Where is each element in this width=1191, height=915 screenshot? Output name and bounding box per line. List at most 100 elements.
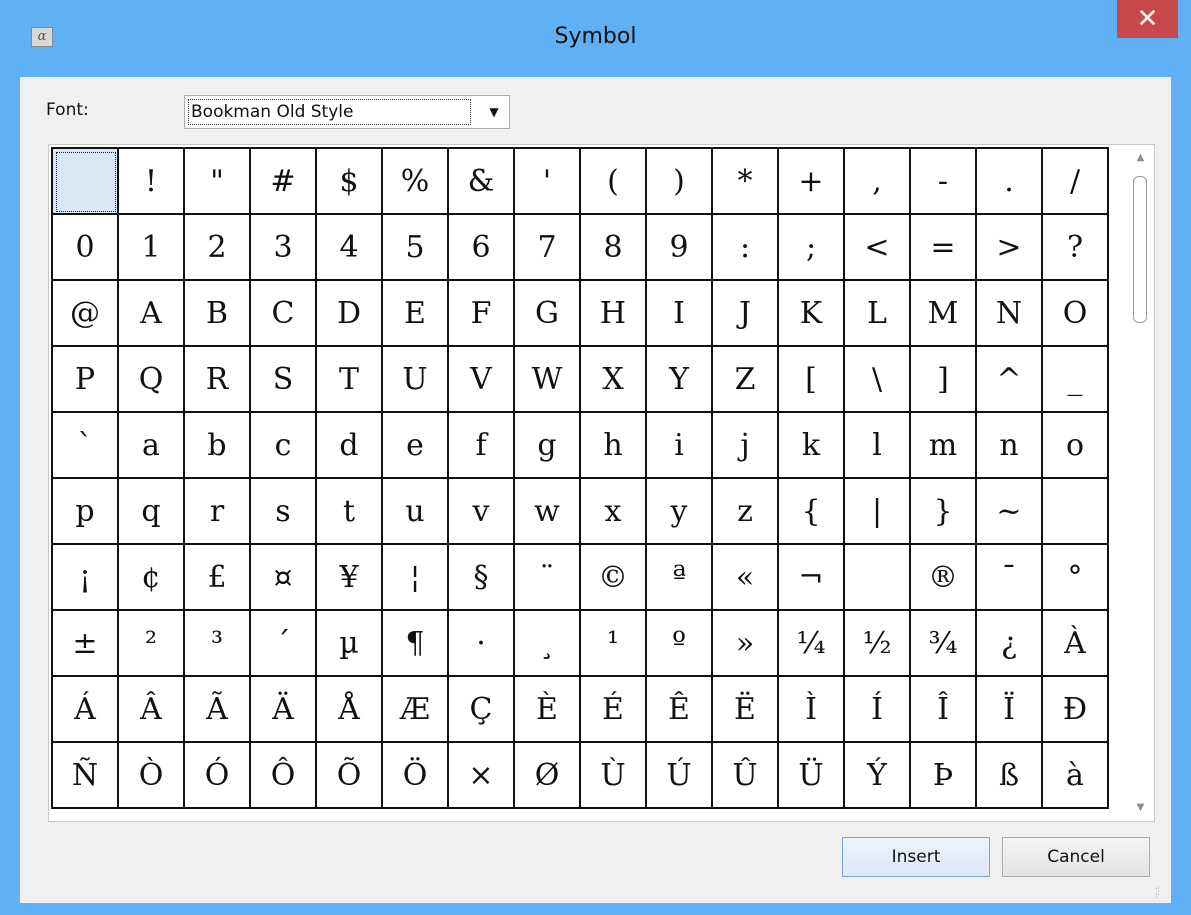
symbol-cell[interactable]: = [911, 215, 977, 281]
symbol-cell[interactable]: { [779, 479, 845, 545]
symbol-cell[interactable]: ¿ [977, 611, 1043, 677]
symbol-cell[interactable]: b [185, 413, 251, 479]
symbol-cell[interactable]: , [845, 149, 911, 215]
symbol-cell[interactable]: 8 [581, 215, 647, 281]
symbol-cell[interactable]: ¶ [383, 611, 449, 677]
symbol-cell[interactable]: K [779, 281, 845, 347]
scroll-thumb[interactable] [1133, 176, 1147, 323]
symbol-cell[interactable]: l [845, 413, 911, 479]
resize-grip-icon[interactable]: ·::· [1155, 886, 1167, 901]
symbol-cell[interactable]: < [845, 215, 911, 281]
symbol-cell[interactable]: / [1043, 149, 1109, 215]
symbol-cell[interactable]: x [581, 479, 647, 545]
symbol-cell[interactable]: 3 [251, 215, 317, 281]
symbol-cell[interactable]: M [911, 281, 977, 347]
symbol-cell[interactable]: ] [911, 347, 977, 413]
symbol-cell[interactable]: ´ [251, 611, 317, 677]
symbol-cell[interactable]: ß [977, 743, 1043, 809]
symbol-cell[interactable]: @ [53, 281, 119, 347]
symbol-cell[interactable]: U [383, 347, 449, 413]
symbol-cell[interactable]: Ä [251, 677, 317, 743]
symbol-cell[interactable]: ¬ [779, 545, 845, 611]
symbol-cell[interactable]: 0 [53, 215, 119, 281]
symbol-cell[interactable]: à [1043, 743, 1109, 809]
symbol-cell[interactable]: ² [119, 611, 185, 677]
symbol-cell[interactable]: º [647, 611, 713, 677]
symbol-cell[interactable]: Z [713, 347, 779, 413]
symbol-cell[interactable]: . [977, 149, 1043, 215]
symbol-cell[interactable]: Ç [449, 677, 515, 743]
symbol-cell[interactable]: ¦ [383, 545, 449, 611]
symbol-cell[interactable]: k [779, 413, 845, 479]
symbol-cell[interactable]: I [647, 281, 713, 347]
symbol-cell[interactable]: r [185, 479, 251, 545]
symbol-cell[interactable]: ? [1043, 215, 1109, 281]
symbol-cell[interactable]: 2 [185, 215, 251, 281]
symbol-cell[interactable]: » [713, 611, 779, 677]
symbol-cell[interactable]: % [383, 149, 449, 215]
symbol-cell[interactable]: | [845, 479, 911, 545]
symbol-cell[interactable]: F [449, 281, 515, 347]
symbol-cell[interactable]: Ñ [53, 743, 119, 809]
symbol-cell[interactable]: Ë [713, 677, 779, 743]
symbol-cell[interactable]: h [581, 413, 647, 479]
symbol-cell[interactable]: t [317, 479, 383, 545]
symbol-cell[interactable]: N [977, 281, 1043, 347]
symbol-cell[interactable]: À [1043, 611, 1109, 677]
symbol-cell[interactable]: ) [647, 149, 713, 215]
symbol-cell[interactable]: ¹ [581, 611, 647, 677]
symbol-cell[interactable]: Ã [185, 677, 251, 743]
symbol-cell[interactable]: 5 [383, 215, 449, 281]
symbol-cell[interactable]: ¤ [251, 545, 317, 611]
scroll-up-arrow-icon[interactable]: ▲ [1127, 147, 1154, 169]
symbol-cell[interactable] [845, 545, 911, 611]
symbol-cell[interactable]: > [977, 215, 1043, 281]
symbol-cell[interactable]: g [515, 413, 581, 479]
symbol-cell[interactable]: ¢ [119, 545, 185, 611]
symbol-cell[interactable]: & [449, 149, 515, 215]
symbol-cell[interactable]: u [383, 479, 449, 545]
scroll-down-arrow-icon[interactable]: ▼ [1127, 797, 1154, 819]
symbol-cell[interactable]: ^ [977, 347, 1043, 413]
symbol-cell[interactable]: S [251, 347, 317, 413]
symbol-cell[interactable] [53, 149, 119, 215]
symbol-cell[interactable]: Þ [911, 743, 977, 809]
symbol-cell[interactable]: * [713, 149, 779, 215]
symbol-cell[interactable]: ½ [845, 611, 911, 677]
symbol-cell[interactable]: D [317, 281, 383, 347]
symbol-cell[interactable]: A [119, 281, 185, 347]
symbol-cell[interactable]: - [911, 149, 977, 215]
symbol-cell[interactable]: Ü [779, 743, 845, 809]
symbol-cell[interactable]: + [779, 149, 845, 215]
symbol-cell[interactable]: 7 [515, 215, 581, 281]
symbol-cell[interactable]: q [119, 479, 185, 545]
symbol-cell[interactable]: Ö [383, 743, 449, 809]
symbol-cell[interactable]: e [383, 413, 449, 479]
symbol-cell[interactable]: X [581, 347, 647, 413]
symbol-cell[interactable]: f [449, 413, 515, 479]
symbol-cell[interactable]: Û [713, 743, 779, 809]
symbol-cell[interactable]: É [581, 677, 647, 743]
symbol-cell[interactable]: 1 [119, 215, 185, 281]
symbol-cell[interactable]: d [317, 413, 383, 479]
symbol-cell[interactable]: B [185, 281, 251, 347]
symbol-cell[interactable]: i [647, 413, 713, 479]
symbol-cell[interactable]: ¡ [53, 545, 119, 611]
symbol-cell[interactable]: Ø [515, 743, 581, 809]
title-bar[interactable]: α Symbol ✕ [0, 0, 1191, 77]
symbol-cell[interactable]: C [251, 281, 317, 347]
symbol-cell[interactable]: ~ [977, 479, 1043, 545]
symbol-cell[interactable]: [ [779, 347, 845, 413]
symbol-cell[interactable]: O [1043, 281, 1109, 347]
symbol-cell[interactable]: v [449, 479, 515, 545]
symbol-cell[interactable]: Æ [383, 677, 449, 743]
vertical-scrollbar[interactable]: ▲ ▼ [1127, 145, 1154, 821]
symbol-cell[interactable]: T [317, 347, 383, 413]
symbol-cell[interactable]: V [449, 347, 515, 413]
symbol-cell[interactable]: × [449, 743, 515, 809]
symbol-cell[interactable]: Ï [977, 677, 1043, 743]
font-dropdown-value[interactable]: Bookman Old Style [188, 99, 471, 125]
symbol-cell[interactable]: µ [317, 611, 383, 677]
symbol-cell[interactable]: \ [845, 347, 911, 413]
symbol-cell[interactable]: L [845, 281, 911, 347]
